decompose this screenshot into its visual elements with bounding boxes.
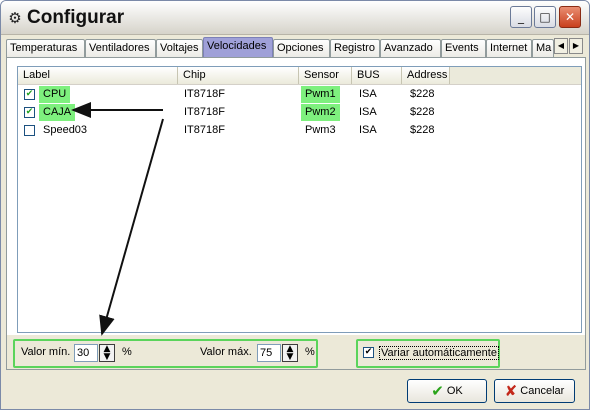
- auto-vary-checkbox[interactable]: ✔: [363, 347, 374, 358]
- minimize-button[interactable]: _: [510, 6, 532, 28]
- window-title: Configurar: [27, 7, 125, 28]
- fan-controls: Valor mín. ▲▼ % Valor máx. ▲▼ % ✔ Variar…: [7, 334, 585, 369]
- list-item[interactable]: ✔ CPU IT8718F Pwm1 ISA $228: [18, 86, 581, 104]
- tab-velocidades[interactable]: Velocidades: [203, 37, 273, 57]
- min-value-spinner-icon[interactable]: ▲ ▼: [99, 344, 115, 362]
- row-label: CPU: [39, 86, 71, 103]
- tab-voltajes[interactable]: Voltajes: [156, 39, 203, 57]
- cancel-button-label: Cancelar: [520, 385, 565, 397]
- maximize-button[interactable]: □: [534, 6, 556, 28]
- column-address[interactable]: Address: [402, 67, 450, 84]
- row-chip: IT8718F: [184, 106, 225, 118]
- tab-avanzado[interactable]: Avanzado: [380, 39, 441, 57]
- row-chip: IT8718F: [184, 88, 225, 100]
- row-chip: IT8718F: [184, 124, 225, 136]
- auto-vary-label[interactable]: Variar automáticamente: [379, 346, 499, 360]
- title-bar[interactable]: ⚙ Configurar _ □ ✕: [1, 1, 589, 35]
- tab-ventiladores[interactable]: Ventiladores: [85, 39, 156, 57]
- row-address: $228: [410, 124, 435, 136]
- max-value-label: Valor máx.: [200, 346, 252, 358]
- max-value-unit: %: [305, 346, 315, 358]
- list-item[interactable]: ✔ CAJA IT8718F Pwm2 ISA $228: [18, 104, 581, 122]
- list-item[interactable]: Speed03 IT8718F Pwm3 ISA $228: [18, 122, 581, 140]
- tab-strip: Temperaturas Ventiladores Voltajes Veloc…: [6, 37, 586, 57]
- column-bus[interactable]: BUS: [352, 67, 402, 84]
- gear-icon: ⚙: [8, 9, 22, 27]
- velocidades-panel: Label Chip Sensor BUS Address ✔ CPU IT87…: [6, 57, 586, 370]
- ok-button-label: OK: [446, 385, 463, 397]
- row-checkbox[interactable]: ✔: [24, 107, 35, 118]
- tab-internet[interactable]: Internet: [486, 39, 532, 57]
- tab-scroll-right-icon[interactable]: ▶: [569, 38, 583, 54]
- row-sensor: Pwm2: [301, 104, 340, 121]
- tab-temperaturas[interactable]: Temperaturas: [6, 39, 85, 57]
- min-value-unit: %: [122, 346, 132, 358]
- tab-opciones[interactable]: Opciones: [273, 39, 330, 57]
- row-bus: ISA: [359, 106, 377, 118]
- column-label[interactable]: Label: [18, 67, 178, 84]
- row-label: Speed03: [43, 124, 88, 136]
- min-value-label: Valor mín.: [21, 346, 71, 358]
- list-header: Label Chip Sensor BUS Address: [18, 67, 581, 85]
- cancel-button[interactable]: ✘ Cancelar: [494, 379, 575, 403]
- row-address: $228: [410, 88, 435, 100]
- fan-list[interactable]: Label Chip Sensor BUS Address ✔ CPU IT87…: [17, 66, 582, 333]
- tab-scroll-left-icon[interactable]: ◀: [554, 38, 568, 54]
- check-icon: ✔: [431, 382, 444, 400]
- row-label: CAJA: [39, 104, 76, 121]
- close-button[interactable]: ✕: [559, 6, 581, 28]
- row-sensor: Pwm3: [305, 124, 336, 136]
- tab-events[interactable]: Events: [441, 39, 486, 57]
- row-bus: ISA: [359, 88, 377, 100]
- row-address: $228: [410, 106, 435, 118]
- min-value-input[interactable]: [74, 344, 98, 362]
- tab-registro[interactable]: Registro: [330, 39, 380, 57]
- max-value-spinner-icon[interactable]: ▲ ▼: [282, 344, 298, 362]
- max-value-input[interactable]: [257, 344, 281, 362]
- ok-button[interactable]: ✔ OK: [407, 379, 487, 403]
- row-checkbox[interactable]: [24, 125, 35, 136]
- row-sensor: Pwm1: [301, 86, 340, 103]
- tab-ma[interactable]: Ma: [532, 39, 554, 57]
- cancel-x-icon: ✘: [504, 382, 518, 400]
- column-sensor[interactable]: Sensor: [299, 67, 352, 84]
- config-window: ⚙ Configurar _ □ ✕ Temperaturas Ventilad…: [0, 0, 590, 410]
- column-chip[interactable]: Chip: [178, 67, 299, 84]
- row-checkbox[interactable]: ✔: [24, 89, 35, 100]
- row-bus: ISA: [359, 124, 377, 136]
